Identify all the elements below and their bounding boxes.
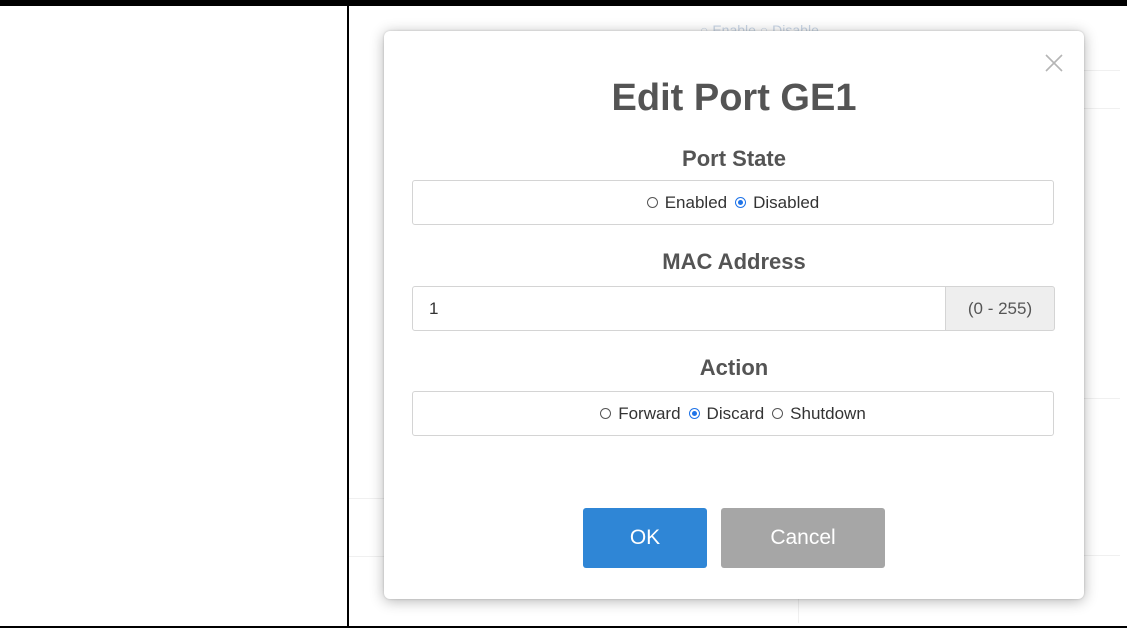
action-option-label: Forward xyxy=(618,403,681,423)
mac-address-label: MAC Address xyxy=(662,249,806,274)
port-state-option-label: Enabled xyxy=(664,192,728,212)
action-option-shutdown[interactable]: Shutdown xyxy=(772,404,866,424)
cancel-button[interactable]: Cancel xyxy=(721,508,885,568)
action-option-label: Discard xyxy=(706,403,765,423)
background-column-line xyxy=(798,599,799,623)
action-option-forward[interactable]: Forward xyxy=(600,403,681,424)
ok-button[interactable]: OK xyxy=(583,508,707,568)
action-option-label: Shutdown xyxy=(790,403,866,423)
close-button[interactable] xyxy=(1042,51,1066,75)
mac-address-input[interactable]: 1 xyxy=(412,286,946,331)
background-row-line xyxy=(349,556,384,557)
action-radio-group: Forward Discard Shutdown xyxy=(412,391,1054,436)
radio-unchecked-icon[interactable] xyxy=(772,408,784,419)
radio-checked-icon[interactable] xyxy=(688,408,700,419)
dialog-title: Edit Port GE1 xyxy=(611,77,857,119)
port-state-option-enabled[interactable]: Enabled xyxy=(646,192,728,213)
background-row-line xyxy=(1084,398,1120,399)
background-row-line xyxy=(1084,70,1120,71)
background-row-line xyxy=(349,498,384,499)
port-state-radio-group: Enabled Disabled xyxy=(412,180,1054,225)
background-row-line xyxy=(1084,555,1120,556)
background-row-line xyxy=(1084,108,1120,109)
radio-checked-icon[interactable] xyxy=(735,197,747,208)
radio-unchecked-icon[interactable] xyxy=(646,197,658,208)
action-label: Action xyxy=(699,355,769,380)
port-state-option-disabled[interactable]: Disabled xyxy=(735,193,819,213)
top-rule xyxy=(0,0,1127,6)
edit-port-dialog: Edit Port GE1 Port State Enabled Disable… xyxy=(384,31,1084,599)
action-option-discard[interactable]: Discard xyxy=(688,403,765,424)
column-divider xyxy=(347,6,349,628)
mac-address-range-hint: (0 - 255) xyxy=(945,286,1055,331)
radio-unchecked-icon[interactable] xyxy=(600,408,612,419)
port-state-option-label: Disabled xyxy=(753,192,820,212)
port-state-label: Port State xyxy=(682,146,786,171)
close-icon xyxy=(1045,54,1063,72)
